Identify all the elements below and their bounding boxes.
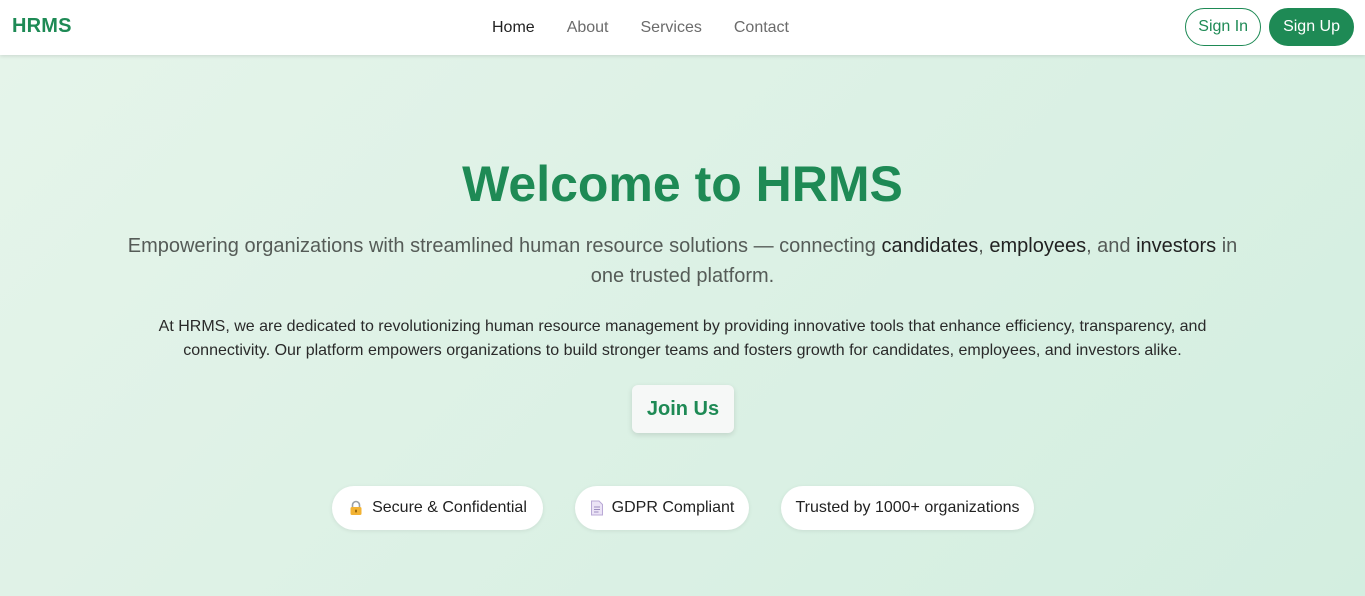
document-icon <box>590 500 604 516</box>
hero-title: Welcome to HRMS <box>462 156 903 212</box>
hero-section: Welcome to HRMS Empowering organizations… <box>0 55 1365 596</box>
nav-link-home[interactable]: Home <box>476 19 551 37</box>
nav-link-about[interactable]: About <box>551 19 625 37</box>
badge-label: Secure & Confidential <box>372 499 527 516</box>
auth-buttons: Sign In Sign Up <box>1185 8 1354 46</box>
hero-description: At HRMS, we are dedicated to revolutioni… <box>158 318 1207 359</box>
badge-secure: Secure & Confidential <box>332 486 543 530</box>
brand-logo[interactable]: HRMS <box>12 15 72 38</box>
highlight-investors: investors <box>1136 235 1217 257</box>
lock-icon <box>348 500 364 516</box>
nav-link-contact[interactable]: Contact <box>718 19 805 37</box>
highlight-employees: employees <box>989 235 1087 257</box>
badge-label: Trusted by 1000+ organizations <box>795 499 1020 516</box>
badge-label: GDPR Compliant <box>611 499 735 516</box>
join-us-button[interactable]: Join Us <box>632 385 734 433</box>
sign-up-button[interactable]: Sign Up <box>1269 8 1354 46</box>
nav-link-services[interactable]: Services <box>625 19 718 37</box>
navbar: HRMS Home About Services Contact Sign In… <box>0 0 1365 55</box>
sign-in-button[interactable]: Sign In <box>1185 8 1262 46</box>
trust-badges: Secure & Confidential GDPR Compliant Tru… <box>0 486 1365 530</box>
subtitle-text: Empowering organizations with streamline… <box>127 235 882 257</box>
hero-subtitle: Empowering organizations with streamline… <box>120 231 1245 291</box>
nav-links: Home About Services Contact <box>476 0 805 55</box>
highlight-candidates: candidates <box>881 235 979 257</box>
subtitle-text: , <box>978 235 990 257</box>
subtitle-text: , and <box>1086 235 1137 257</box>
badge-trusted: Trusted by 1000+ organizations <box>781 486 1034 530</box>
badge-gdpr: GDPR Compliant <box>575 486 749 530</box>
